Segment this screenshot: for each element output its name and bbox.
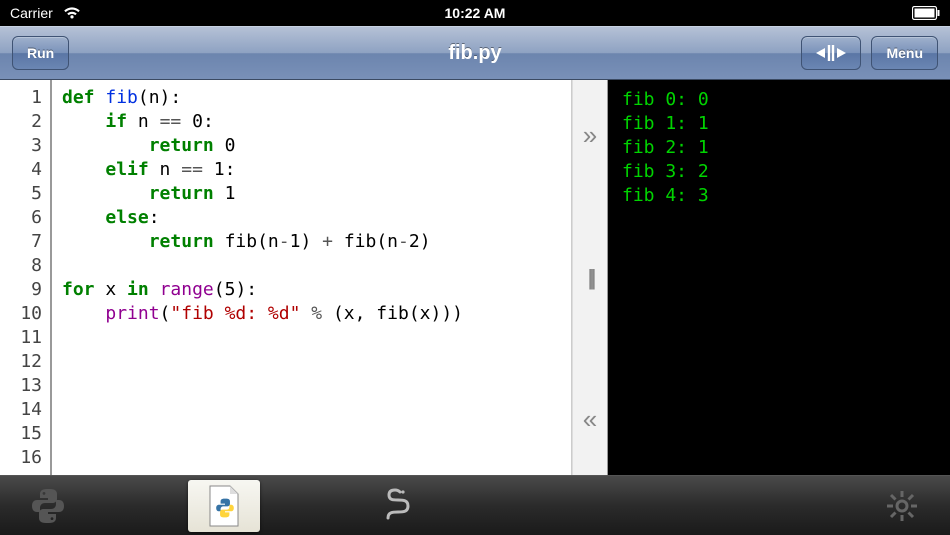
tab-python-home[interactable] xyxy=(20,482,76,530)
status-left: Carrier xyxy=(10,5,81,21)
python-file-icon xyxy=(206,485,242,527)
tab-settings[interactable] xyxy=(874,482,930,530)
content-area: 12345678910111213141516 def fib(n): if n… xyxy=(0,80,950,475)
line-number-gutter: 12345678910111213141516 xyxy=(0,80,52,475)
split-toggle-button[interactable] xyxy=(801,36,861,70)
status-bar: Carrier 10:22 AM xyxy=(0,0,950,26)
drag-handle-icon: ||| xyxy=(587,265,592,291)
tab-current-file[interactable] xyxy=(196,482,252,530)
chevron-left-icon: « xyxy=(583,404,597,435)
wifi-icon xyxy=(63,6,81,20)
battery-icon xyxy=(912,6,940,20)
clock: 10:22 AM xyxy=(445,5,506,21)
snake-icon xyxy=(380,486,420,526)
chevron-right-icon: » xyxy=(583,120,597,151)
run-button-label: Run xyxy=(27,45,54,61)
menu-button-label: Menu xyxy=(886,45,923,61)
python-logo-icon xyxy=(28,486,68,526)
gear-icon xyxy=(885,489,919,523)
pane-resize-handle[interactable]: » ||| « xyxy=(572,80,608,475)
carrier-label: Carrier xyxy=(10,5,53,21)
code-editor-pane[interactable]: 12345678910111213141516 def fib(n): if n… xyxy=(0,80,572,475)
tab-console[interactable] xyxy=(372,482,428,530)
menu-button[interactable]: Menu xyxy=(871,36,938,70)
navigation-bar: Run fib.py Menu xyxy=(0,26,950,80)
run-button[interactable]: Run xyxy=(12,36,69,70)
page-title: fib.py xyxy=(448,42,501,65)
code-text[interactable]: def fib(n): if n == 0: return 0 elif n =… xyxy=(52,80,571,475)
split-icon xyxy=(816,44,846,62)
nav-right-group: Menu xyxy=(801,36,938,70)
console-output-pane[interactable]: fib 0: 0fib 1: 1fib 2: 1fib 3: 2fib 4: 3 xyxy=(608,80,950,475)
bottom-tab-bar xyxy=(0,475,950,535)
